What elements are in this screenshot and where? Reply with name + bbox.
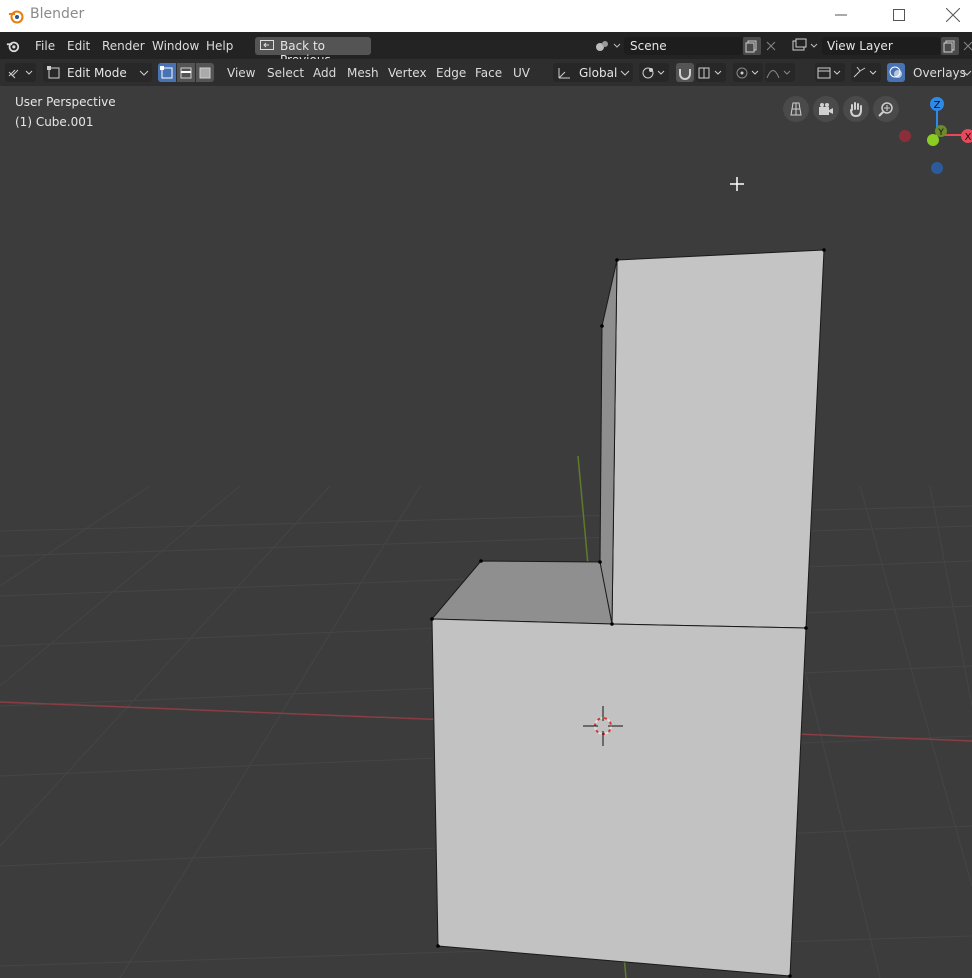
- menu-edit[interactable]: Edit: [67, 39, 90, 53]
- proportional-edit-icon: [736, 67, 759, 79]
- magnet-icon: [679, 69, 691, 80]
- orientation-axes-icon: [558, 68, 570, 79]
- overlays-toggle[interactable]: [887, 63, 905, 82]
- copy-icon: [745, 40, 757, 53]
- camera-icon: [819, 103, 833, 115]
- chevron-down-icon: [139, 70, 149, 76]
- edge-select-button[interactable]: [177, 63, 195, 82]
- minimize-button[interactable]: [818, 0, 864, 30]
- grid-perspective-icon: [790, 102, 802, 116]
- delete-view-layer-icon[interactable]: [962, 40, 972, 52]
- blender-menu-icon[interactable]: [6, 39, 20, 53]
- menu-add[interactable]: Add: [313, 66, 336, 80]
- menu-vertex[interactable]: Vertex: [388, 66, 427, 80]
- chevron-down-icon: [620, 70, 630, 76]
- blender-logo-icon: [9, 10, 24, 24]
- gizmo-dropdown[interactable]: [851, 63, 881, 82]
- menu-uv[interactable]: UV: [513, 66, 530, 80]
- minimize-icon: [835, 14, 847, 16]
- menu-edge[interactable]: Edge: [436, 66, 466, 80]
- menu-help[interactable]: Help: [206, 39, 233, 53]
- scene-name: Scene: [630, 39, 667, 53]
- menu-file[interactable]: File: [35, 39, 55, 53]
- viewport-scene: [0, 177, 972, 978]
- mode-label: Edit Mode: [67, 66, 127, 80]
- new-scene-button[interactable]: [743, 37, 761, 55]
- hand-icon: [850, 102, 862, 117]
- face-select-button[interactable]: [196, 63, 214, 82]
- snap-toggle[interactable]: [676, 63, 694, 82]
- view-layer-name: View Layer: [827, 39, 893, 53]
- window-title: Blender: [30, 6, 85, 22]
- y-axis-label: Y: [937, 128, 944, 138]
- scene-icon[interactable]: [594, 38, 622, 54]
- new-view-layer-button[interactable]: [941, 37, 959, 55]
- delete-scene-icon[interactable]: [765, 40, 777, 52]
- toggle-perspective-button[interactable]: [783, 96, 809, 122]
- overlays-icon: [889, 66, 902, 78]
- pan-view-button[interactable]: [843, 96, 869, 122]
- back-to-previous-button[interactable]: Back to Previous: [255, 37, 371, 67]
- transform-orientation-label: Global: [579, 66, 618, 80]
- view-layer-field[interactable]: View Layer: [822, 37, 940, 55]
- backrest-front-face: [611, 249, 825, 629]
- scene-name-field[interactable]: Scene: [624, 37, 742, 55]
- back-screen-icon: [260, 40, 274, 50]
- overlays-dropdown[interactable]: Overlays: [913, 66, 966, 80]
- view-layer-icon[interactable]: [792, 38, 820, 54]
- menu-render[interactable]: Render: [102, 39, 145, 53]
- close-button[interactable]: [934, 0, 972, 30]
- menu-face[interactable]: Face: [475, 66, 502, 80]
- seat-front-face: [431, 618, 807, 977]
- editor-type-dropdown[interactable]: [5, 63, 36, 82]
- window-titlebar: Blender: [0, 0, 972, 32]
- proportional-editing-toggle[interactable]: [733, 63, 763, 82]
- maximize-icon: [893, 9, 905, 21]
- neg-z-axis-handle[interactable]: [931, 162, 943, 174]
- x-axis-label: X: [965, 132, 972, 143]
- transform-orientation-dropdown[interactable]: Global: [553, 63, 633, 82]
- navigation-gizmo[interactable]: Z Y X: [892, 94, 972, 176]
- edge-select-icon: [180, 67, 192, 79]
- visibility-box-icon: [817, 67, 841, 79]
- view-perspective-label: User Perspective: [15, 95, 116, 109]
- pivot-point-dropdown[interactable]: [639, 63, 669, 82]
- neg-y-axis-handle[interactable]: [927, 134, 939, 146]
- face-select-icon: [199, 67, 211, 79]
- gizmo-icon: [853, 66, 877, 78]
- seat-top-face: [430, 560, 613, 625]
- falloff-dropdown[interactable]: [765, 63, 795, 82]
- falloff-curve-icon: [766, 70, 791, 79]
- mouse-crosshair-icon: [730, 177, 744, 191]
- object-type-visibility-dropdown[interactable]: [815, 63, 845, 82]
- chevron-down-icon[interactable]: [962, 69, 972, 77]
- snap-increment-icon: [698, 67, 722, 79]
- editor-type-icon: [8, 69, 33, 79]
- neg-x-axis-handle[interactable]: [899, 130, 911, 142]
- mode-dropdown[interactable]: Edit Mode: [43, 63, 152, 82]
- 3d-viewport[interactable]: User Perspective (1) Cube.001 Z Y X: [0, 86, 972, 978]
- camera-view-button[interactable]: [813, 96, 839, 122]
- menu-select[interactable]: Select: [267, 66, 304, 80]
- menu-mesh[interactable]: Mesh: [347, 66, 379, 80]
- copy-icon: [943, 40, 955, 53]
- active-object-label: (1) Cube.001: [15, 115, 94, 129]
- edit-mode-icon: [47, 66, 60, 79]
- close-icon: [946, 8, 960, 22]
- menu-view[interactable]: View: [227, 66, 255, 80]
- z-axis-label: Z: [934, 100, 941, 111]
- vertex-select-button[interactable]: [158, 63, 176, 82]
- pivot-point-icon: [642, 67, 665, 79]
- vertex-select-icon: [160, 66, 173, 79]
- menu-window[interactable]: Window: [152, 39, 199, 53]
- snap-target-dropdown[interactable]: [696, 63, 726, 82]
- maximize-button[interactable]: [876, 0, 922, 30]
